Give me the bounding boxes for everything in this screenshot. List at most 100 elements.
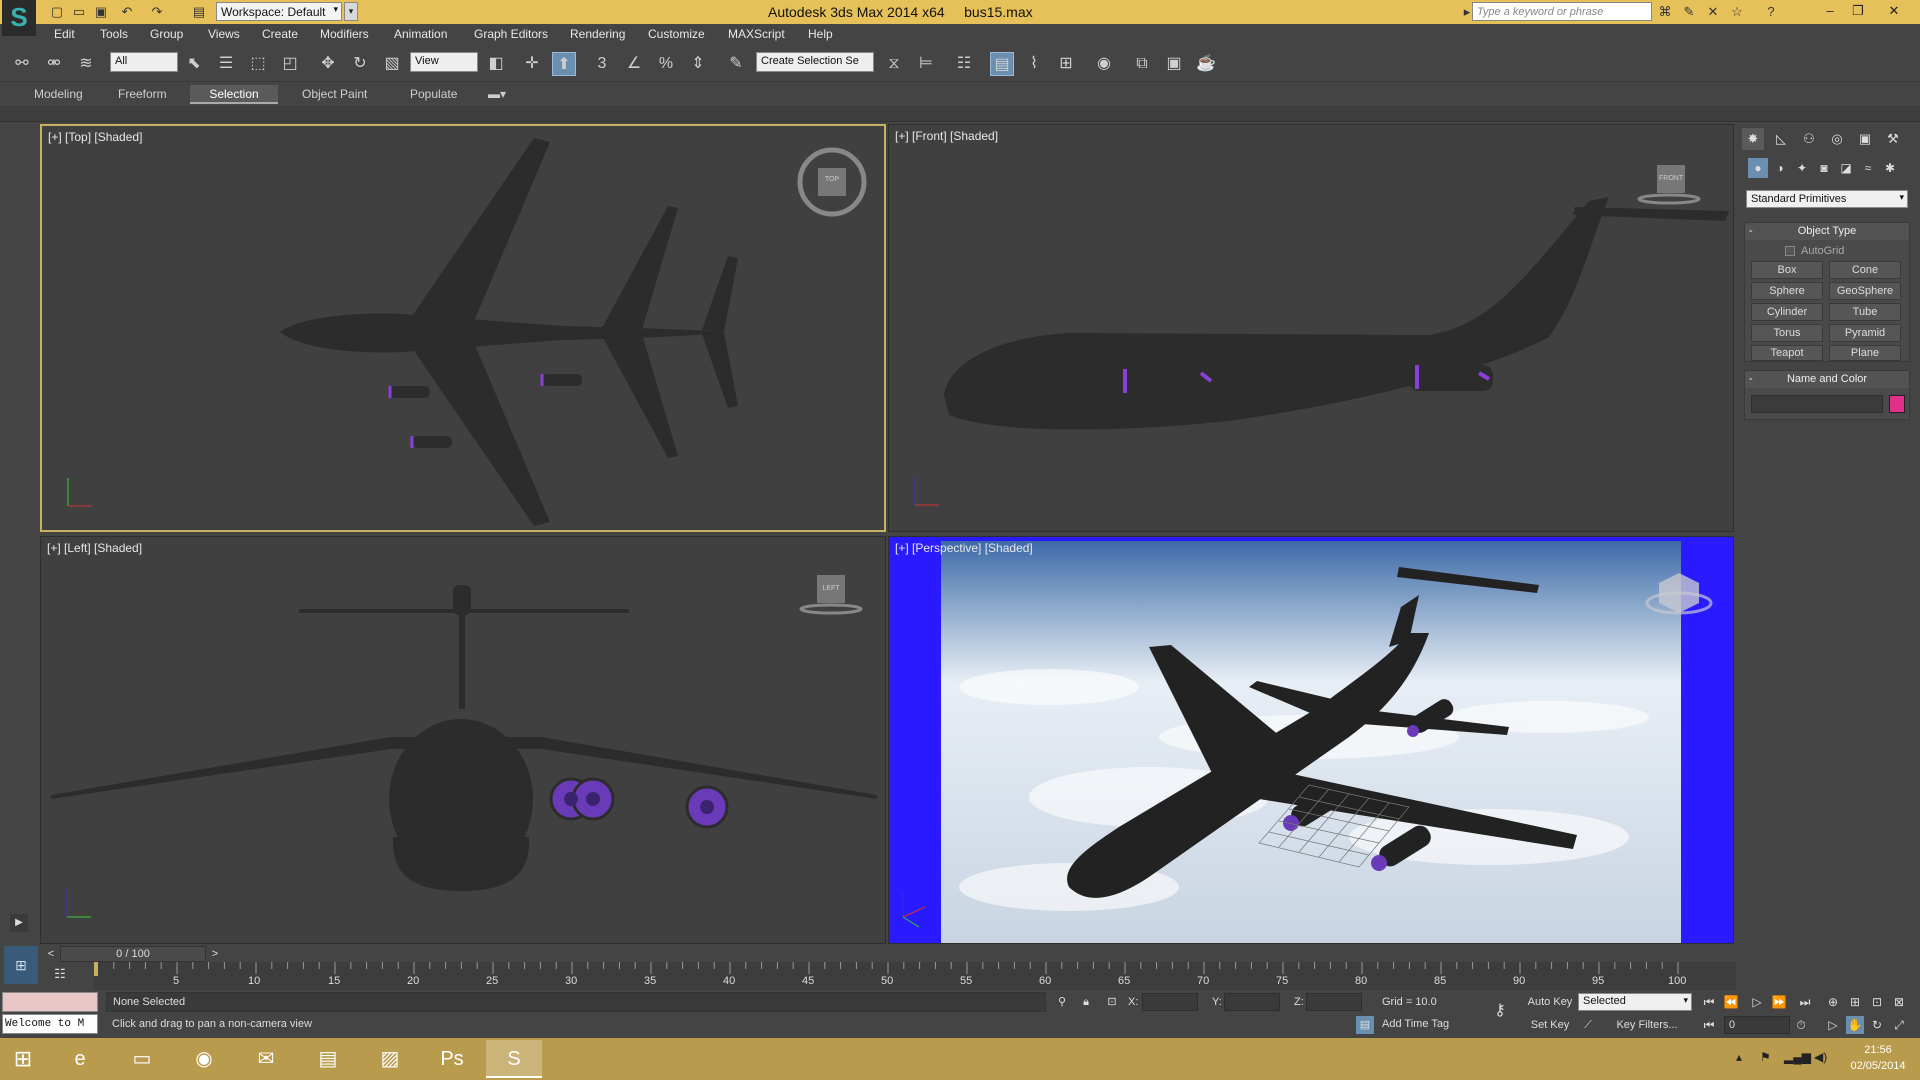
previous-key-icon[interactable]: ⏪: [1722, 993, 1740, 1011]
viewport-label-top[interactable]: [+] [Top] [Shaded]: [48, 130, 142, 144]
bind-space-warp-icon[interactable]: ≋: [74, 52, 98, 76]
material-editor-icon[interactable]: ◉: [1092, 52, 1116, 76]
pyramid-button[interactable]: Pyramid: [1829, 324, 1901, 342]
torus-button[interactable]: Torus: [1751, 324, 1823, 342]
viewport-left[interactable]: [+] [Left] [Shaded] LEFT: [40, 536, 886, 944]
auto-key-button[interactable]: Auto Key: [1526, 993, 1574, 1011]
flag-icon[interactable]: ⚑: [1760, 1050, 1771, 1064]
select-manipulate-icon[interactable]: ✛: [520, 52, 544, 76]
name-color-header[interactable]: - Name and Color: [1745, 371, 1909, 388]
plane-button[interactable]: Plane: [1829, 345, 1901, 361]
maxscript-input[interactable]: Welcome to M: [2, 1014, 98, 1034]
helpers-icon[interactable]: ◪: [1836, 158, 1856, 178]
teapot-button[interactable]: Teapot: [1751, 345, 1823, 361]
project-folder-icon[interactable]: ▤: [190, 3, 208, 21]
tab-freeform[interactable]: Freeform: [110, 85, 175, 104]
named-selection-dropdown[interactable]: Create Selection Se: [756, 52, 874, 72]
undo-icon[interactable]: ↶: [118, 3, 136, 21]
object-color-swatch[interactable]: [1889, 395, 1905, 413]
time-indicator[interactable]: [94, 962, 98, 976]
menu-customize[interactable]: Customize: [648, 27, 705, 41]
zoom-icon[interactable]: ⊕: [1824, 993, 1842, 1011]
geosphere-button[interactable]: GeoSphere: [1829, 282, 1901, 300]
utilities-tab-icon[interactable]: ⚒: [1882, 128, 1904, 150]
pan-view-icon[interactable]: ✋: [1846, 1016, 1864, 1034]
key-mode-toggle-icon[interactable]: ⏮: [1700, 1016, 1718, 1034]
angle-snap-icon[interactable]: ∠: [622, 52, 646, 76]
go-to-end-icon[interactable]: ⏭: [1796, 993, 1814, 1011]
link-icon[interactable]: ⚯: [10, 52, 34, 76]
rendered-frame-window-icon[interactable]: ▣: [1162, 52, 1186, 76]
zoom-extents-all-icon[interactable]: ⊠: [1890, 993, 1908, 1011]
exchange-icon[interactable]: ✕: [1704, 3, 1722, 21]
save-icon[interactable]: ▣: [92, 3, 110, 21]
menu-help[interactable]: Help: [808, 27, 833, 41]
default-tangent-icon[interactable]: ⟋: [1580, 1016, 1596, 1034]
menu-modifiers[interactable]: Modifiers: [320, 27, 369, 41]
system-clock[interactable]: 21:56 02/05/2014: [1846, 1042, 1910, 1074]
field-of-view-icon[interactable]: ▷: [1824, 1016, 1842, 1034]
chrome-icon[interactable]: ◉: [176, 1040, 232, 1078]
viewport-label-front[interactable]: [+] [Front] [Shaded]: [895, 129, 998, 143]
track-bar[interactable]: 5 10 15 20 25 30 35 40 45 50 55 60 65 70…: [94, 962, 1736, 990]
favorites-icon[interactable]: ☆: [1728, 3, 1746, 21]
percent-snap-icon[interactable]: %: [654, 52, 678, 76]
viewport-front[interactable]: [+] [Front] [Shaded] FRONT: [888, 124, 1734, 532]
systems-icon[interactable]: ✱: [1880, 158, 1900, 178]
time-configuration-icon[interactable]: ⏱: [1792, 1016, 1810, 1034]
rotate-icon[interactable]: ↻: [348, 52, 372, 76]
viewport-layout-icon[interactable]: ⊞: [4, 946, 38, 984]
space-warps-icon[interactable]: ≈: [1858, 158, 1878, 178]
open-file-icon[interactable]: ▭: [70, 3, 88, 21]
go-to-start-icon[interactable]: ⏮: [1700, 993, 1718, 1011]
key-filters-button[interactable]: Key Filters...: [1604, 1016, 1690, 1034]
absolute-mode-icon[interactable]: ⊡: [1104, 993, 1120, 1011]
select-by-name-icon[interactable]: ☰: [214, 52, 238, 76]
search-input[interactable]: Type a keyword or phrase: [1472, 2, 1652, 21]
cone-button[interactable]: Cone: [1829, 261, 1901, 279]
zoom-all-icon[interactable]: ⊞: [1846, 993, 1864, 1011]
internet-explorer-icon[interactable]: e: [52, 1040, 108, 1078]
render-setup-icon[interactable]: ⧉: [1130, 52, 1154, 76]
viewport-label-perspective[interactable]: [+] [Perspective] [Shaded]: [895, 541, 1033, 555]
redo-icon[interactable]: ↷: [148, 3, 166, 21]
x-coord-input[interactable]: [1142, 993, 1198, 1011]
viewport-label-left[interactable]: [+] [Left] [Shaded]: [47, 541, 142, 555]
tray-overflow-icon[interactable]: ▴: [1736, 1050, 1742, 1064]
z-coord-input[interactable]: [1306, 993, 1362, 1011]
outlook-icon[interactable]: ✉: [238, 1040, 294, 1078]
geometry-icon[interactable]: ●: [1748, 158, 1768, 178]
maximize-viewport-icon[interactable]: ⤢: [1890, 1016, 1908, 1034]
menu-rendering[interactable]: Rendering: [570, 27, 625, 41]
volume-icon[interactable]: ◀): [1814, 1050, 1827, 1064]
graphite-ribbon-toggle-icon[interactable]: ▤: [990, 52, 1014, 76]
play-expand-icon[interactable]: ▶: [10, 914, 28, 932]
select-object-icon[interactable]: ⬉: [182, 52, 206, 76]
network-icon[interactable]: ▂▄▆: [1784, 1050, 1811, 1064]
hierarchy-tab-icon[interactable]: ⚇: [1798, 128, 1820, 150]
shapes-icon[interactable]: ◑: [1770, 158, 1790, 178]
tab-selection[interactable]: Selection: [190, 85, 278, 104]
menu-edit[interactable]: Edit: [54, 27, 75, 41]
object-name-input[interactable]: [1751, 395, 1883, 413]
y-coord-input[interactable]: [1224, 993, 1280, 1011]
geometry-category-dropdown[interactable]: Standard Primitives ▾: [1746, 190, 1908, 208]
zoom-extents-icon[interactable]: ⊡: [1868, 993, 1886, 1011]
orbit-icon[interactable]: ↻: [1868, 1016, 1886, 1034]
infocenter-icon[interactable]: ⌘: [1656, 3, 1674, 21]
minimize-icon[interactable]: –: [1816, 0, 1844, 22]
previous-frame-icon[interactable]: <: [44, 946, 58, 962]
play-icon[interactable]: ▷: [1748, 993, 1766, 1011]
next-frame-icon[interactable]: >: [208, 946, 222, 962]
tab-populate[interactable]: Populate: [402, 85, 465, 104]
menu-views[interactable]: Views: [208, 27, 240, 41]
next-key-icon[interactable]: ⏩: [1770, 993, 1788, 1011]
menu-create[interactable]: Create: [262, 27, 298, 41]
render-production-icon[interactable]: ☕: [1194, 52, 1218, 76]
object-type-header[interactable]: - Object Type: [1745, 223, 1909, 240]
photoshop-icon[interactable]: Ps: [424, 1040, 480, 1078]
mini-curve-editor-icon[interactable]: ☷: [50, 964, 70, 984]
unlink-icon[interactable]: ⚮: [42, 52, 66, 76]
ribbon-options-icon[interactable]: ▬▾: [480, 85, 514, 104]
menu-group[interactable]: Group: [150, 27, 183, 41]
